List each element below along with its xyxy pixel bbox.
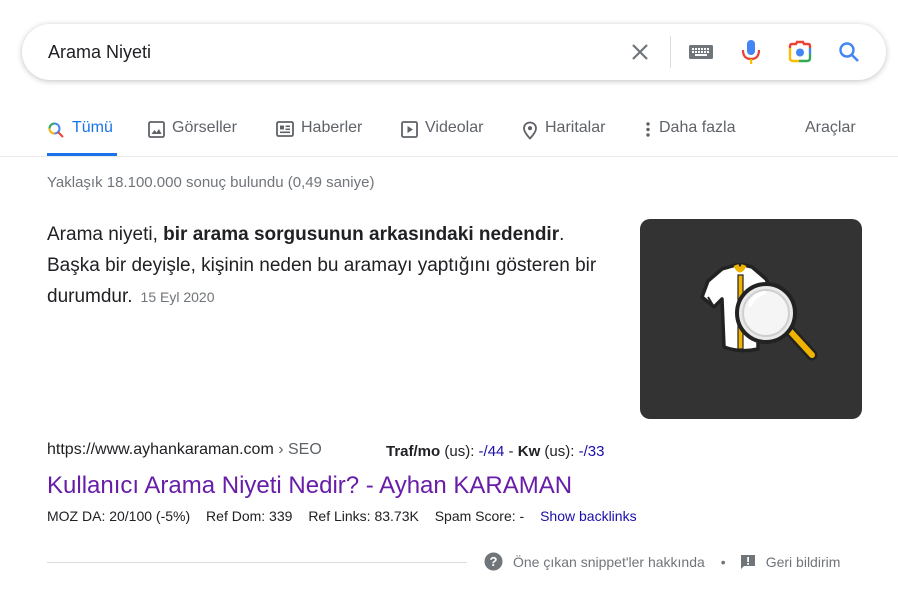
ref-dom: Ref Dom: 339 bbox=[206, 508, 293, 524]
tab-news-label: Haberler bbox=[301, 119, 363, 136]
about-snippets-label: Öne çıkan snippet'ler hakkında bbox=[513, 553, 705, 570]
traffic-separator: - bbox=[504, 443, 518, 460]
video-icon bbox=[401, 121, 418, 138]
result-url[interactable]: https://www.ayhankaraman.com › SEO bbox=[47, 441, 322, 459]
result-title-link[interactable]: Kullanıcı Arama Niyeti Nedir? - Ayhan KA… bbox=[47, 472, 572, 500]
tab-all[interactable]: Tümü bbox=[47, 108, 117, 156]
search-box bbox=[22, 24, 886, 80]
image-icon bbox=[148, 121, 165, 138]
traffic-region: (us): bbox=[440, 443, 479, 460]
keyboard-icon[interactable] bbox=[685, 36, 717, 68]
tab-more[interactable]: Daha fazla bbox=[644, 108, 736, 156]
tab-more-label: Daha fazla bbox=[659, 119, 736, 136]
traffic-value-link[interactable]: -/44 bbox=[479, 443, 505, 460]
snippet-text-bold: bir arama sorgusunun arkasındaki nedendi… bbox=[163, 224, 560, 245]
tab-all-label: Tümü bbox=[72, 119, 113, 136]
search-divider bbox=[670, 36, 671, 68]
tab-images[interactable]: Görseller bbox=[148, 108, 237, 156]
footer-divider bbox=[47, 562, 467, 563]
more-vert-icon bbox=[646, 122, 650, 137]
tab-maps-label: Haritalar bbox=[545, 119, 606, 136]
kw-region: (us): bbox=[540, 443, 579, 460]
tools-button[interactable]: Araçlar bbox=[805, 108, 856, 156]
tab-maps[interactable]: Haritalar bbox=[522, 108, 605, 156]
shirt-magnifier-illustration bbox=[700, 263, 818, 361]
kw-label: Kw bbox=[517, 443, 541, 460]
tab-images-label: Görseller bbox=[172, 119, 237, 136]
tools-label: Araçlar bbox=[805, 119, 856, 136]
feedback-icon bbox=[740, 554, 755, 569]
footer-bullet: • bbox=[720, 553, 726, 570]
seo-traffic-info: Traf/mo (us): -/44 - Kw (us): -/33 bbox=[386, 443, 604, 460]
search-tabs: Tümü Görseller Haberler Videolar Harital… bbox=[0, 108, 898, 157]
tab-videos-label: Videolar bbox=[425, 119, 484, 136]
svg-text:?: ? bbox=[490, 554, 498, 569]
google-lens-icon[interactable] bbox=[784, 36, 816, 68]
show-backlinks-link[interactable]: Show backlinks bbox=[540, 508, 637, 524]
search-input[interactable] bbox=[48, 39, 608, 65]
kw-value-link[interactable]: -/33 bbox=[579, 443, 605, 460]
snippet-footer: ? Öne çıkan snippet'ler hakkında • Geri … bbox=[484, 552, 840, 571]
microphone-icon[interactable] bbox=[735, 36, 767, 68]
search-submit-icon[interactable] bbox=[833, 36, 865, 68]
featured-snippet-text: Arama niyeti, bir arama sorgusunun arkas… bbox=[47, 219, 617, 313]
snippet-text-before: Arama niyeti, bbox=[47, 224, 164, 245]
featured-snippet-image[interactable] bbox=[640, 219, 862, 419]
spam-score: Spam Score: - bbox=[434, 508, 525, 524]
clear-icon[interactable] bbox=[624, 36, 656, 68]
map-pin-icon bbox=[523, 121, 537, 140]
result-breadcrumb: › SEO bbox=[273, 441, 322, 458]
search-icon bbox=[48, 122, 64, 138]
ref-links: Ref Links: 83.73K bbox=[308, 508, 419, 524]
traffic-label: Traf/mo bbox=[386, 443, 441, 460]
news-icon bbox=[276, 121, 294, 137]
tab-videos[interactable]: Videolar bbox=[401, 108, 483, 156]
result-stats: Yaklaşık 18.100.000 sonuç bulundu (0,49 … bbox=[47, 174, 375, 191]
moz-da: MOZ DA: 20/100 (-5%) bbox=[47, 508, 191, 524]
snippet-date: 15 Eyl 2020 bbox=[140, 289, 215, 305]
moz-metrics-row: MOZ DA: 20/100 (-5%) Ref Dom: 339 Ref Li… bbox=[47, 508, 649, 524]
result-domain: https://www.ayhankaraman.com bbox=[47, 441, 274, 458]
about-snippets-link[interactable]: ? Öne çıkan snippet'ler hakkında bbox=[484, 552, 705, 571]
help-icon: ? bbox=[484, 552, 503, 571]
feedback-link[interactable]: Geri bildirim bbox=[740, 553, 841, 570]
tab-news[interactable]: Haberler bbox=[276, 108, 362, 156]
feedback-label: Geri bildirim bbox=[765, 553, 841, 570]
